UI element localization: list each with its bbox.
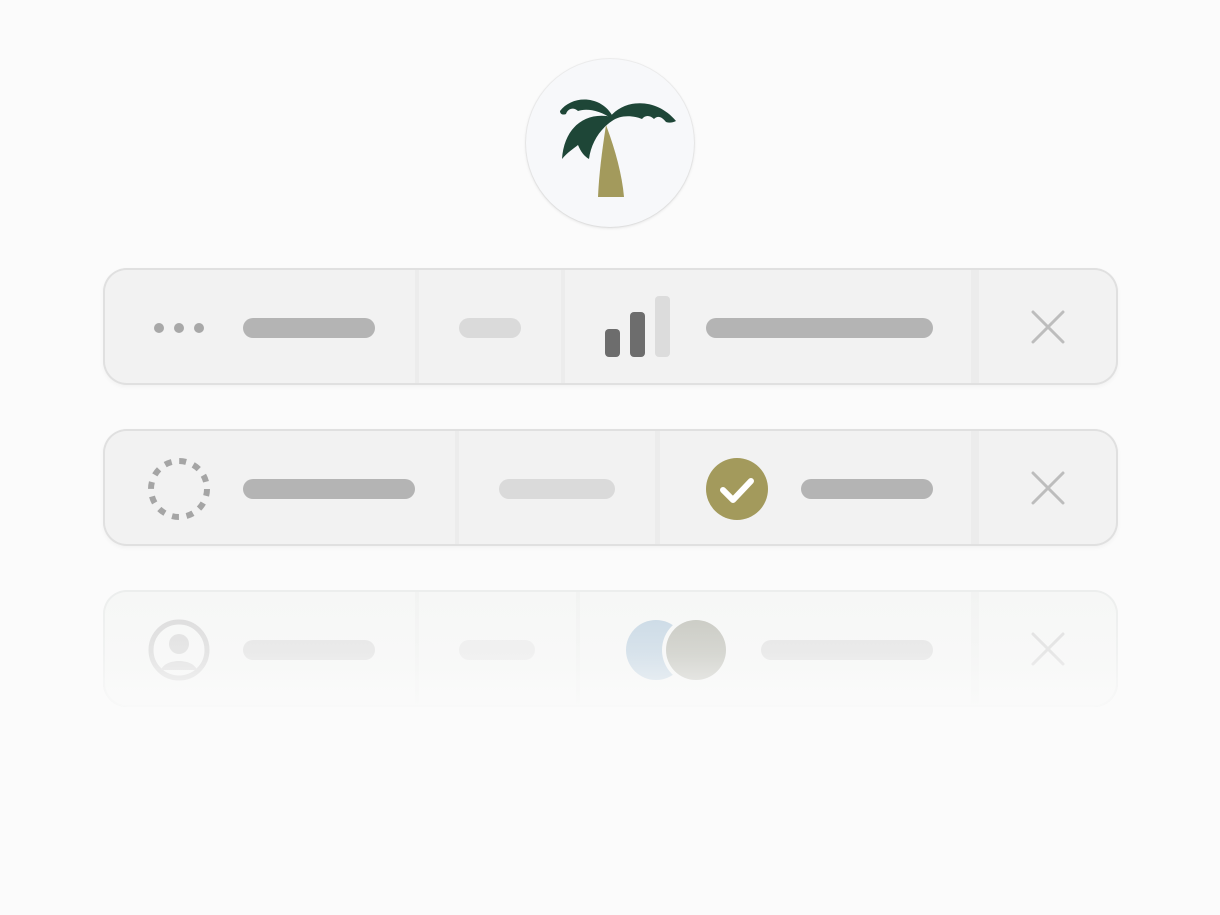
check-circle-icon — [706, 458, 768, 520]
row-cell-detail — [580, 592, 971, 705]
loading-spinner-icon — [148, 458, 210, 520]
row-cell-action — [979, 592, 1116, 705]
list-row-2 — [103, 429, 1118, 546]
row-cell-meta — [459, 431, 655, 544]
close-icon[interactable] — [1031, 632, 1065, 666]
row-cell-status — [105, 592, 415, 705]
close-icon[interactable] — [1031, 310, 1065, 344]
signal-bars-icon — [605, 296, 670, 357]
placeholder-text-bar — [761, 640, 933, 660]
palm-tree-icon — [560, 99, 676, 197]
logo-badge — [526, 59, 694, 227]
row-cell-action — [979, 431, 1116, 544]
row-cell-detail — [660, 431, 971, 544]
placeholder-text-bar — [459, 318, 521, 338]
row-cell-meta — [419, 270, 561, 383]
row-cell-detail — [565, 270, 971, 383]
placeholder-text-bar — [243, 318, 375, 338]
row-cell-meta — [419, 592, 576, 705]
user-avatar-icon — [148, 619, 210, 681]
row-cell-action — [979, 270, 1116, 383]
placeholder-text-bar — [499, 479, 615, 499]
placeholder-text-bar — [243, 640, 375, 660]
row-cell-status — [105, 270, 415, 383]
placeholder-text-bar — [459, 640, 535, 660]
toggle-circles-icon — [626, 618, 730, 682]
placeholder-text-bar — [243, 479, 415, 499]
placeholder-text-bar — [706, 318, 933, 338]
placeholder-text-bar — [801, 479, 933, 499]
row-cell-status — [105, 431, 455, 544]
list-row-3 — [103, 590, 1118, 707]
list-row-1 — [103, 268, 1118, 385]
close-icon[interactable] — [1031, 471, 1065, 505]
more-dots-icon[interactable] — [153, 322, 205, 334]
